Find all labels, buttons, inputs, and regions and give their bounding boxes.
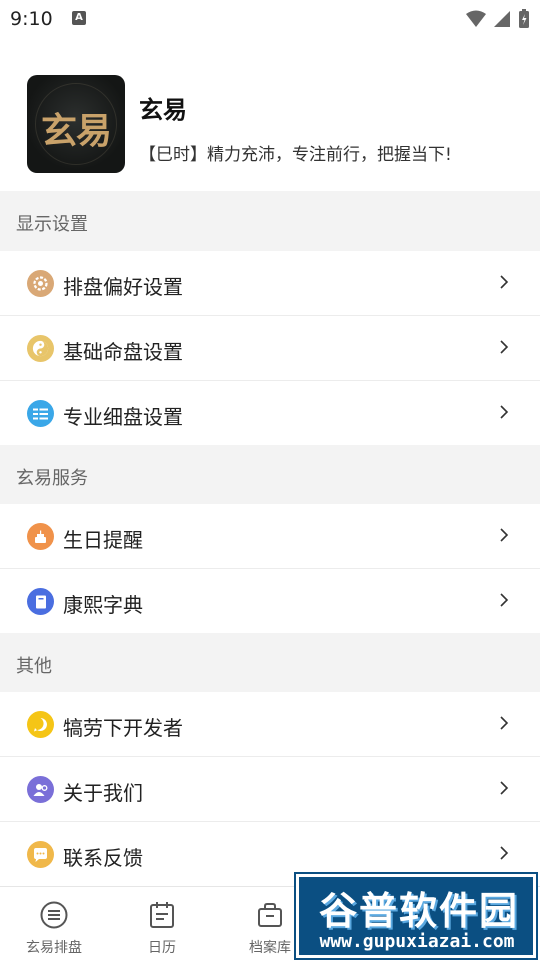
chevron-right-icon [500,275,509,289]
profile-header: 玄易 玄易 【巳时】精力充沛，专注前行，把握当下! [0,38,540,191]
chevron-right-icon [500,593,509,607]
status-bar: 9:10 A [0,0,540,38]
users-icon [27,776,54,803]
cell-signal-icon [494,11,510,27]
wifi-icon [466,10,486,27]
app-logo: 玄易 [27,75,125,173]
menu-item-label: 生日提醒 [63,528,143,552]
section-header-other: 其他 [0,633,540,693]
app-name: 玄易 [139,96,187,124]
cake-icon [27,523,54,550]
section-header-services: 玄易服务 [0,445,540,505]
reward-icon [27,711,54,738]
gear-icon [27,270,54,297]
section-title: 玄易服务 [16,468,88,489]
chevron-right-icon [500,340,509,354]
menu-item-reward-developer[interactable]: 犒劳下开发者 [0,692,540,757]
chart-icon [40,901,68,929]
nav-tab-calendar[interactable]: 日历 [108,887,216,960]
menu-item-label: 基础命盘设置 [63,340,183,364]
menu-item-label: 关于我们 [63,781,143,805]
status-icons [466,9,530,29]
notification-a-icon: A [72,11,86,25]
archive-icon [258,903,282,927]
status-time: 9:10 [10,8,53,30]
chat-icon [27,841,54,868]
watermark-title: 谷普软件园 [318,889,519,933]
yin-yang-icon [27,335,54,362]
menu-item-label: 犒劳下开发者 [63,716,183,740]
chevron-right-icon [500,716,509,730]
battery-icon [519,9,529,28]
menu-item-label: 联系反馈 [63,846,143,870]
menu-item-birthday-reminder[interactable]: 生日提醒 [0,504,540,569]
section-title: 显示设置 [16,214,88,235]
menu-item-kangxi-dictionary[interactable]: 康熙字典 [0,569,540,634]
list-icon [27,400,54,427]
chevron-right-icon [500,846,509,860]
nav-tab-chart[interactable]: 玄易排盘 [0,887,108,960]
menu-item-label: 排盘偏好设置 [63,275,183,299]
menu-item-layout-preferences[interactable]: 排盘偏好设置 [0,251,540,316]
menu-item-label: 康熙字典 [63,593,143,617]
menu-item-label: 专业细盘设置 [63,405,183,429]
calendar-icon [150,902,174,928]
section-title: 其他 [16,656,52,677]
menu-item-pro-chart-settings[interactable]: 专业细盘设置 [0,381,540,446]
nav-label: 玄易排盘 [26,940,82,956]
watermark-url: www.gupuxiazai.com [319,931,515,952]
watermark-overlay: 谷普软件园 www.gupuxiazai.com [296,874,536,958]
logo-text: 玄易 [40,110,112,152]
chevron-right-icon [500,528,509,542]
nav-label: 日历 [148,940,176,956]
book-icon [27,588,54,615]
menu-item-basic-chart-settings[interactable]: 基础命盘设置 [0,316,540,381]
chevron-right-icon [500,405,509,419]
menu-item-about-us[interactable]: 关于我们 [0,757,540,822]
chevron-right-icon [500,781,509,795]
section-header-display-settings: 显示设置 [0,191,540,251]
app-tagline: 【巳时】精力充沛，专注前行，把握当下! [139,145,452,165]
